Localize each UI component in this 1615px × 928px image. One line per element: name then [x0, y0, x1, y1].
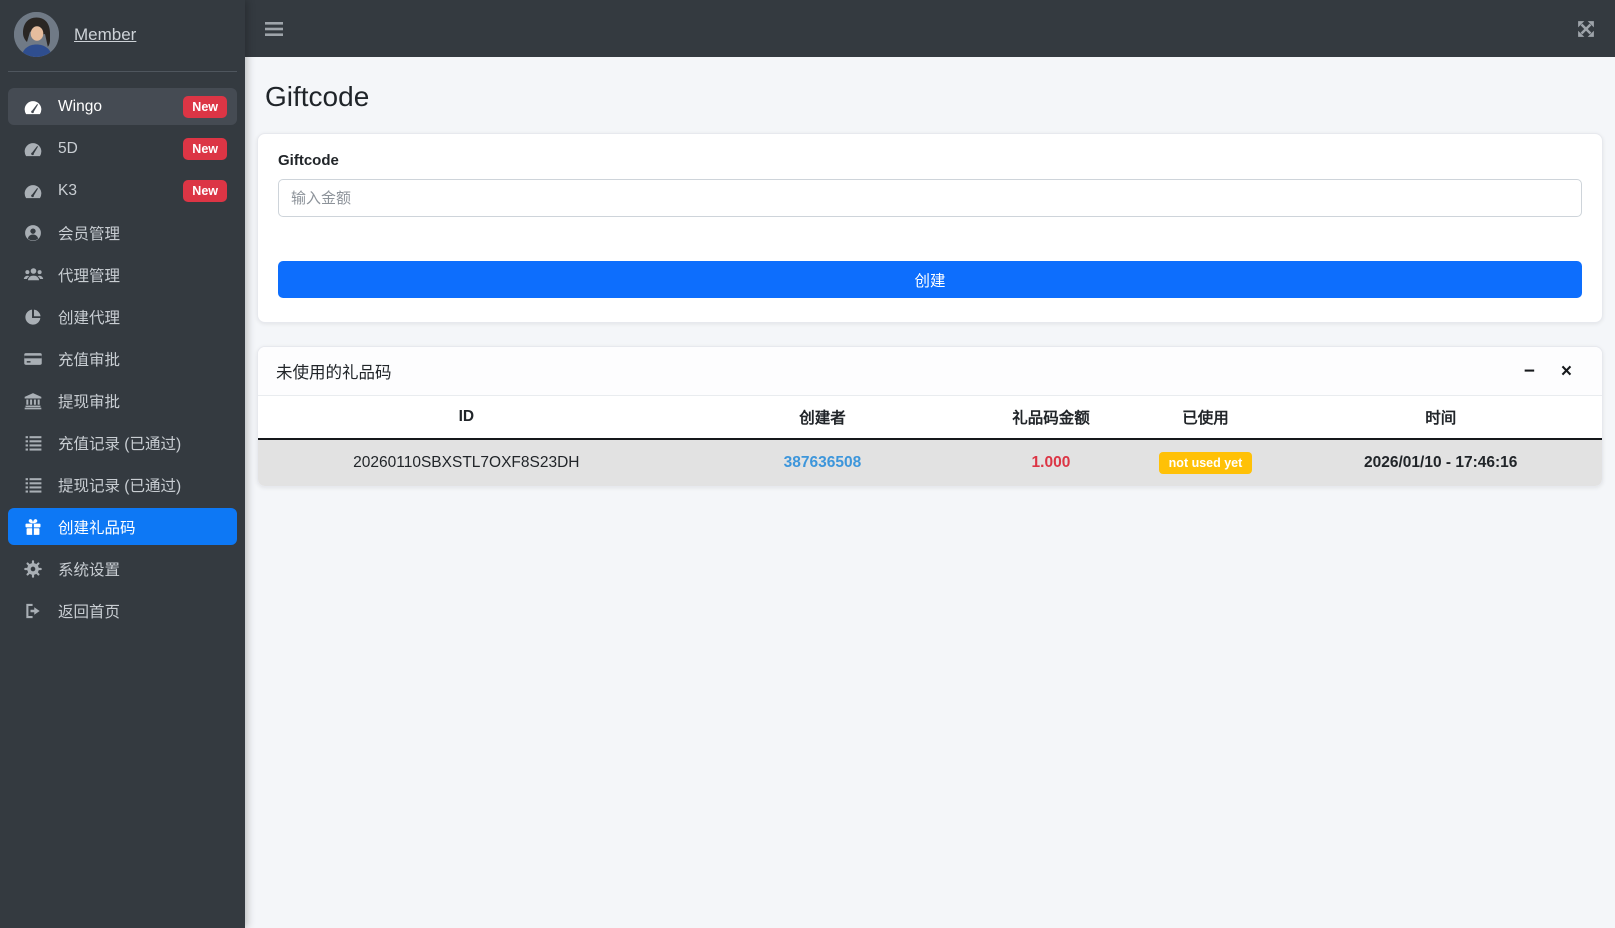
status-badge: not used yet — [1158, 452, 1253, 474]
card-header: 未使用的礼品码 − × — [258, 347, 1602, 396]
sidebar-item-label: 5D — [58, 139, 78, 157]
content-area: Giftcode Giftcode 创建 未使用的礼品码 − × — [245, 57, 1615, 503]
column-header-used: 已使用 — [1131, 396, 1280, 440]
gear-icon — [22, 559, 44, 579]
sidebar-item-create-giftcode[interactable]: 创建礼品码 — [8, 508, 237, 545]
sidebar-item-system-settings[interactable]: 系统设置 — [8, 550, 237, 587]
sidebar-item-label: 会员管理 — [58, 225, 121, 243]
column-header-time: 时间 — [1279, 396, 1602, 440]
column-header-creator: 创建者 — [674, 396, 971, 440]
used-status-cell: not used yet — [1131, 439, 1280, 486]
list-icon — [22, 475, 44, 494]
sidebar-item-member-management[interactable]: 会员管理 — [8, 214, 237, 251]
tachometer-icon — [22, 139, 44, 159]
sidebar-item-deposit-approval[interactable]: 充值审批 — [8, 340, 237, 377]
sidebar-item-label: 充值记录 (已通过) — [58, 435, 182, 453]
amount-input[interactable] — [278, 179, 1582, 217]
column-header-amount: 礼品码金额 — [970, 396, 1132, 440]
giftcode-id-cell: 20260110SBXSTL7OXF8S23DH — [258, 439, 675, 486]
new-badge: New — [183, 179, 227, 202]
pie-chart-icon — [22, 307, 44, 327]
user-circle-icon — [22, 223, 44, 243]
sidebar-item-withdraw-records[interactable]: 提现记录 (已通过) — [8, 466, 237, 503]
main-area: Giftcode Giftcode 创建 未使用的礼品码 − × — [245, 0, 1615, 928]
signout-icon — [22, 601, 44, 621]
avatar[interactable] — [14, 12, 59, 57]
unused-giftcodes-card: 未使用的礼品码 − × ID 创建者 礼品码金额 已使用 时间 20260110… — [257, 346, 1603, 487]
giftcode-form-label: Giftcode — [278, 152, 339, 169]
sidebar-item-label: Wingo — [58, 97, 102, 115]
minimize-icon[interactable]: − — [1524, 362, 1535, 381]
list-icon — [22, 433, 44, 452]
card-title: 未使用的礼品码 — [276, 364, 392, 382]
column-header-id: ID — [258, 396, 675, 440]
tachometer-icon — [22, 97, 44, 117]
sidebar-item-label: 代理管理 — [58, 267, 121, 285]
sidebar-item-withdraw-approval[interactable]: 提现审批 — [8, 382, 237, 419]
users-icon — [22, 264, 44, 285]
profile-block: Member — [8, 0, 237, 72]
sidebar-item-label: 提现审批 — [58, 393, 121, 411]
sidebar-item-label: 返回首页 — [58, 603, 121, 621]
bank-icon — [22, 391, 44, 411]
sidebar-item-back-home[interactable]: 返回首页 — [8, 592, 237, 629]
close-icon[interactable]: × — [1561, 362, 1572, 381]
create-button[interactable]: 创建 — [278, 261, 1582, 298]
new-badge: New — [183, 137, 227, 160]
sidebar-item-wingo[interactable]: Wingo New — [8, 88, 237, 125]
page-title: Giftcode — [265, 81, 370, 112]
profile-name-link[interactable]: Member — [74, 25, 136, 45]
hamburger-menu-icon[interactable] — [265, 21, 283, 36]
sidebar-item-k3[interactable]: K3 New — [8, 172, 237, 209]
table-header-row: ID 创建者 礼品码金额 已使用 时间 — [258, 396, 1602, 440]
tachometer-icon — [22, 181, 44, 201]
time-cell: 2026/01/10 - 17:46:16 — [1279, 439, 1602, 486]
sidebar-item-label: K3 — [58, 181, 77, 199]
avatar-photo — [14, 12, 59, 57]
giftcode-form-card: Giftcode 创建 — [257, 133, 1603, 323]
creator-cell: 387636508 — [674, 439, 971, 486]
fullscreen-expand-icon[interactable] — [1577, 20, 1595, 38]
sidebar-item-5d[interactable]: 5D New — [8, 130, 237, 167]
sidebar-item-label: 创建代理 — [58, 309, 121, 327]
gift-icon — [22, 517, 44, 537]
table-row[interactable]: 20260110SBXSTL7OXF8S23DH 387636508 1.000… — [258, 439, 1602, 486]
sidebar-item-deposit-records[interactable]: 充值记录 (已通过) — [8, 424, 237, 461]
new-badge: New — [183, 95, 227, 118]
sidebar-menu: Wingo New 5D New K3 New 会员管理 代理管理 创建代理 充… — [8, 72, 237, 629]
sidebar-item-label: 创建礼品码 — [58, 519, 136, 537]
sidebar-item-label: 充值审批 — [58, 351, 121, 369]
amount-cell: 1.000 — [970, 439, 1132, 486]
sidebar-item-label: 系统设置 — [58, 561, 121, 579]
card-tools: − × — [1524, 362, 1584, 381]
sidebar-item-agent-management[interactable]: 代理管理 — [8, 256, 237, 293]
sidebar-item-label: 提现记录 (已通过) — [58, 477, 182, 495]
top-navbar — [245, 0, 1615, 57]
sidebar: Member Wingo New 5D New K3 New 会员管理 代理管理… — [0, 0, 245, 928]
giftcodes-table: ID 创建者 礼品码金额 已使用 时间 20260110SBXSTL7OXF8S… — [258, 396, 1602, 486]
credit-card-icon — [22, 349, 44, 369]
sidebar-item-create-agent[interactable]: 创建代理 — [8, 298, 237, 335]
